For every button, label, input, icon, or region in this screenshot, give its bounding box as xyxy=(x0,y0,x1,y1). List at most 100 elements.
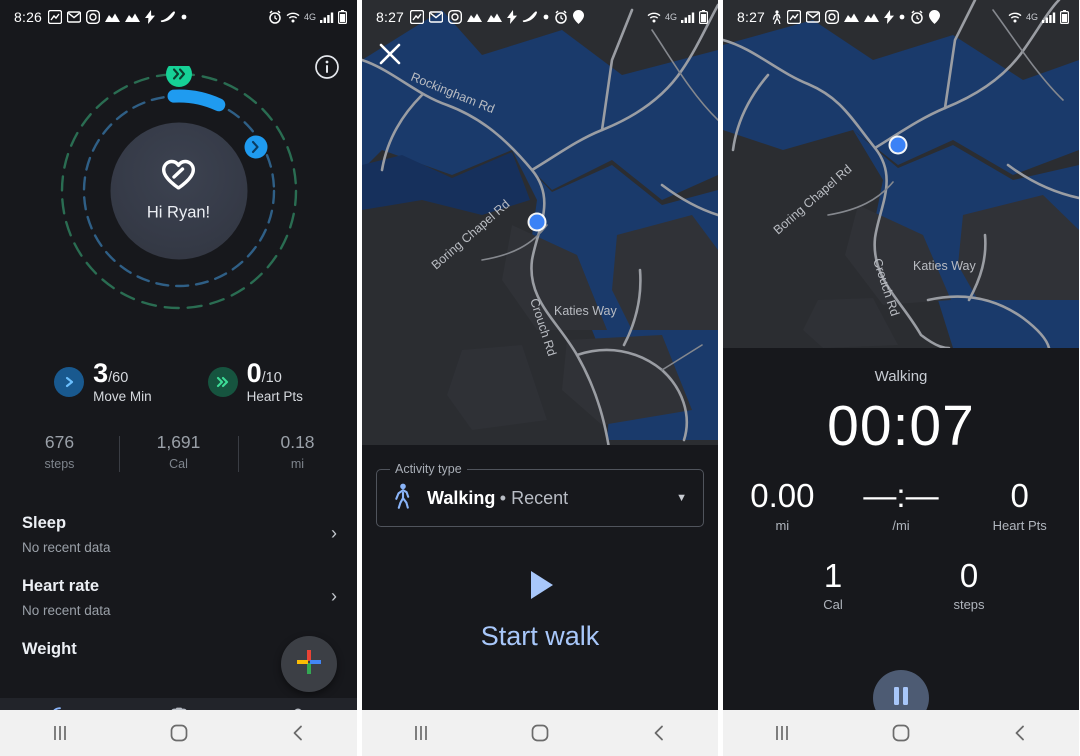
goal-max: /10 xyxy=(261,370,282,386)
bolt-icon xyxy=(507,10,518,24)
status-system-icons: 4G xyxy=(647,10,708,24)
dot-icon xyxy=(899,14,905,20)
location-pin-icon xyxy=(929,10,941,24)
metrics-row: 676 steps 1,691 Cal 0.18 mi xyxy=(0,432,357,472)
stat-value: 0 xyxy=(1010,477,1029,514)
status-notification-icons xyxy=(410,10,647,24)
dot-icon xyxy=(181,14,187,20)
status-bar: 8:26 4G xyxy=(0,0,357,34)
start-walk-label: Start walk xyxy=(480,621,600,651)
map-label: Katies Way xyxy=(554,304,618,318)
recents-button[interactable] xyxy=(362,724,481,742)
chart-icon xyxy=(467,12,483,23)
activity-type-value: Walking xyxy=(427,487,496,508)
stat-label: Heart Pts xyxy=(992,517,1047,533)
pause-icon xyxy=(890,684,912,713)
dot-icon xyxy=(543,14,549,20)
shoe-icon xyxy=(522,11,538,23)
stats-row-primary: 0.00 mi —:— /mi 0 Heart Pts xyxy=(723,477,1079,533)
recents-button[interactable] xyxy=(723,724,842,742)
4g-icon: 4G xyxy=(664,11,677,22)
phone-panel-active-walk: Boring Chapel Rd Crouch Rd Katies Way 8:… xyxy=(723,0,1079,756)
home-button[interactable] xyxy=(842,722,961,744)
wifi-icon xyxy=(647,11,661,24)
android-navigation-bar xyxy=(0,710,357,756)
alarm-icon xyxy=(910,10,924,24)
battery-icon xyxy=(699,10,708,24)
recents-button[interactable] xyxy=(0,724,119,742)
goal-move-min[interactable]: 3 /60 Move Min xyxy=(54,360,152,404)
activity-type-dropdown[interactable]: Activity type Walking • Recent ▼ xyxy=(376,462,704,527)
back-button[interactable] xyxy=(960,723,1079,743)
stat-heart-pts: 0 Heart Pts xyxy=(960,477,1079,533)
goal-value: 0 xyxy=(246,358,262,388)
stat-value: 0.00 xyxy=(750,477,815,514)
card-title: Sleep xyxy=(22,514,67,532)
metric-label: steps xyxy=(44,457,75,471)
status-time: 8:27 xyxy=(376,9,405,25)
stat-distance: 0.00 mi xyxy=(723,477,842,533)
instagram-icon xyxy=(825,10,840,24)
chart-icon xyxy=(844,12,860,23)
goal-summary: 3 /60 Move Min 0 /10 Heart Pts xyxy=(0,360,357,404)
phone-panel-start-walk: Rockingham Rd Boring Chapel Rd Crouch Rd… xyxy=(362,0,718,756)
home-content: Hi Ryan! 3 /60 Move Min 0 /10 Heart Pts … xyxy=(0,34,357,756)
greeting-circle: Hi Ryan! xyxy=(110,122,247,260)
greeting-text: Hi Ryan! xyxy=(146,203,211,222)
stat-pace: —:— /mi xyxy=(842,477,961,533)
chart-icon xyxy=(787,10,802,24)
chevron-down-icon: ▼ xyxy=(676,492,687,504)
chevron-right-icon: › xyxy=(331,586,337,606)
home-button[interactable] xyxy=(119,722,238,744)
metric-value: 1,691 xyxy=(156,432,201,452)
status-bar: 8:27 4G xyxy=(723,0,1079,34)
bolt-icon xyxy=(884,10,895,24)
stats-row-secondary: 1 Cal 0 steps xyxy=(723,556,1079,613)
start-walk-button[interactable]: Start walk xyxy=(362,565,718,652)
status-notification-icons xyxy=(771,10,1008,24)
goal-heart-pts[interactable]: 0 /10 Heart Pts xyxy=(207,358,303,404)
instagram-icon xyxy=(448,10,463,24)
walking-person-icon xyxy=(391,483,413,514)
status-time: 8:27 xyxy=(737,9,766,25)
chart-icon xyxy=(864,12,880,23)
card-title: Heart rate xyxy=(22,577,100,595)
card-heart-rate[interactable]: Heart rate No recent data › xyxy=(0,565,357,628)
google-plus-icon xyxy=(295,648,323,681)
status-system-icons: 4G xyxy=(1008,10,1069,24)
elapsed-timer: 00:07 xyxy=(827,394,975,458)
metric-steps: 676 steps xyxy=(0,432,119,471)
home-button[interactable] xyxy=(481,722,600,744)
signal-icon xyxy=(1042,11,1056,23)
status-time: 8:26 xyxy=(14,9,43,25)
location-pin-icon xyxy=(573,10,585,24)
chart-icon xyxy=(410,10,425,24)
stat-value: —:— xyxy=(863,477,939,514)
gmail-icon xyxy=(806,10,821,24)
chevron-right-icon: › xyxy=(331,523,337,543)
goal-label: Move Min xyxy=(93,389,152,404)
back-button[interactable] xyxy=(599,723,718,743)
stat-label: mi xyxy=(775,517,790,533)
signal-icon xyxy=(320,11,334,23)
metric-label: Cal xyxy=(169,457,188,471)
stat-value: 1 xyxy=(823,556,843,594)
play-icon xyxy=(520,565,560,610)
4g-icon: 4G xyxy=(1025,11,1038,22)
back-button[interactable] xyxy=(238,723,357,743)
chart-icon xyxy=(125,12,141,23)
stat-label: Cal xyxy=(823,597,843,613)
alarm-icon xyxy=(554,10,568,24)
activity-rings[interactable]: Hi Ryan! xyxy=(54,61,304,316)
phone-panel-home: 8:26 4G Hi Ryan! 3 /60 Move Min 0 /10 He… xyxy=(0,0,357,756)
android-navigation-bar xyxy=(723,710,1079,756)
activity-type-label: Activity type xyxy=(390,462,467,476)
stat-label: /mi xyxy=(892,517,910,533)
double-chevron-icon xyxy=(207,367,238,397)
add-activity-fab[interactable] xyxy=(281,636,337,692)
close-icon[interactable] xyxy=(376,40,404,68)
info-icon[interactable] xyxy=(314,54,340,80)
three-panel-screenshot: 8:26 4G Hi Ryan! 3 /60 Move Min 0 /10 He… xyxy=(0,0,1080,756)
wifi-icon xyxy=(1008,11,1022,24)
card-sleep[interactable]: Sleep No recent data › xyxy=(0,502,357,565)
